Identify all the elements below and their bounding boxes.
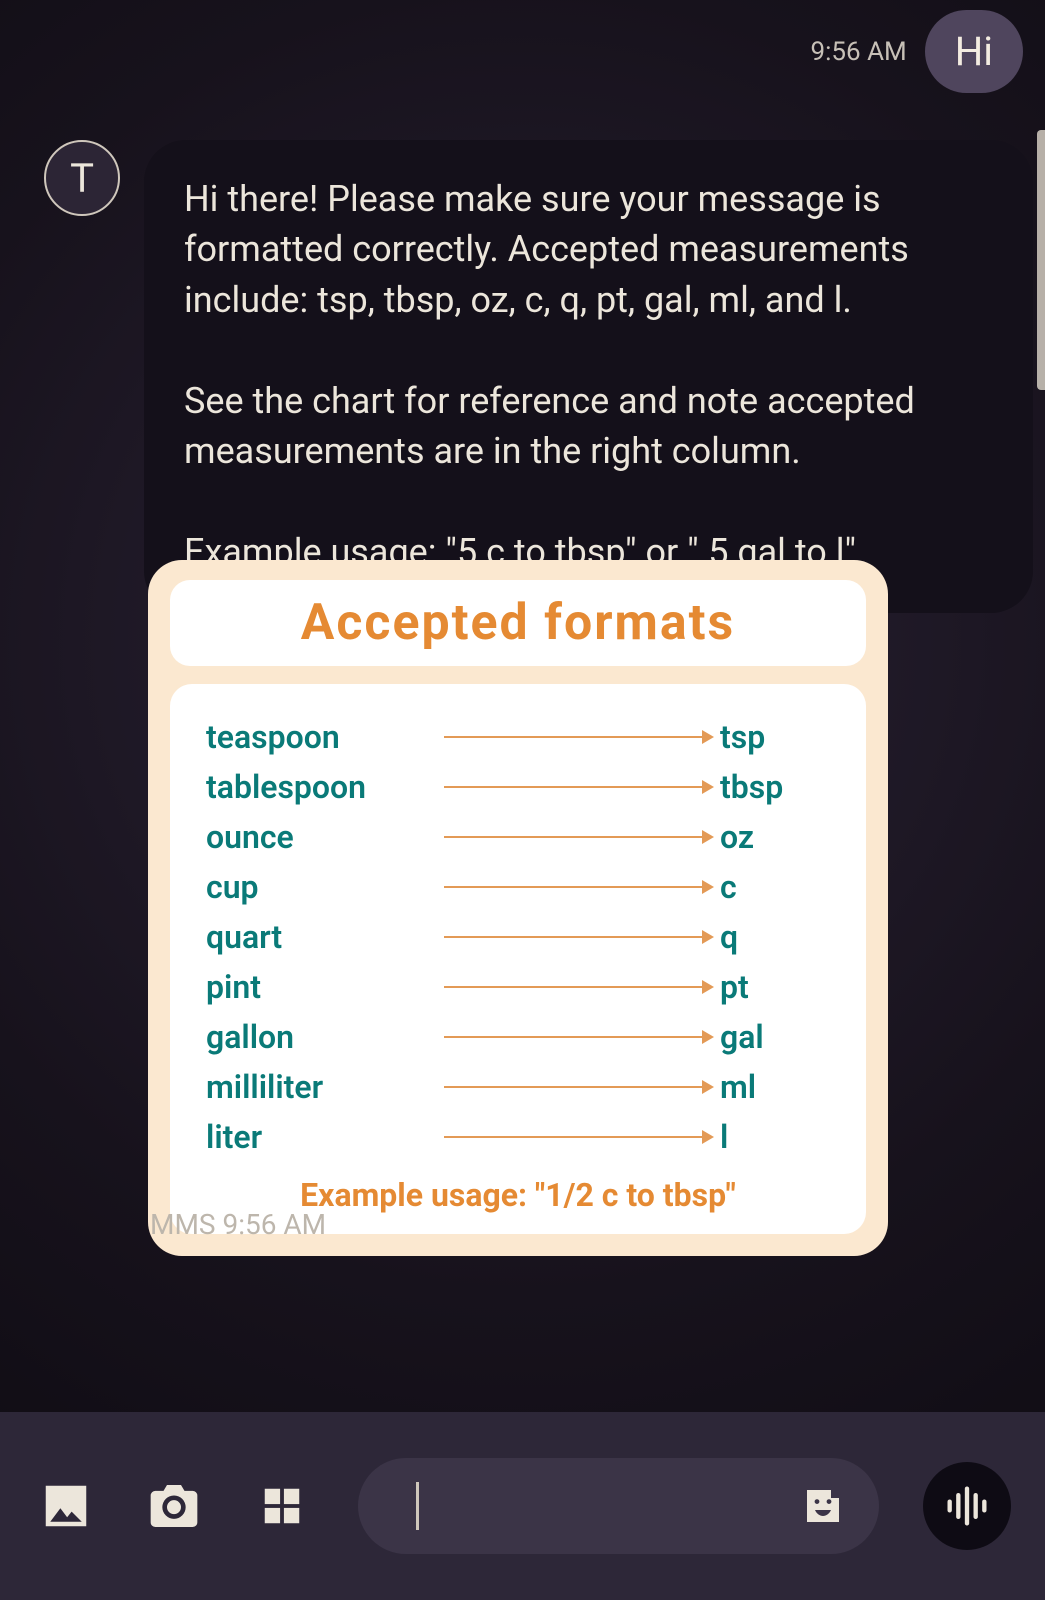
arrow-icon	[436, 736, 720, 738]
voice-message-icon[interactable]	[923, 1462, 1011, 1550]
format-full-name: milliliter	[206, 1068, 436, 1106]
format-row: teaspoon tsp	[206, 712, 830, 762]
arrow-icon	[436, 1136, 720, 1138]
format-full-name: ounce	[206, 818, 436, 856]
arrow-icon	[436, 886, 720, 888]
compose-field[interactable]	[358, 1458, 879, 1554]
scrollbar-indicator[interactable]	[1037, 130, 1045, 390]
format-row: liter l	[206, 1112, 830, 1162]
arrow-icon	[436, 1036, 720, 1038]
format-abbr: c	[720, 868, 830, 906]
camera-icon[interactable]	[142, 1474, 206, 1538]
format-abbr: l	[720, 1118, 830, 1156]
outgoing-message-row: 9:56 AM Hi	[810, 10, 1023, 93]
apps-icon[interactable]	[250, 1474, 314, 1538]
format-row: milliliter ml	[206, 1062, 830, 1112]
format-row: gallon gal	[206, 1012, 830, 1062]
contact-avatar[interactable]: T	[44, 140, 120, 216]
arrow-icon	[436, 836, 720, 838]
formats-card: Accepted formats teaspoon tsp tablespoon tb…	[148, 560, 888, 1256]
arrow-icon	[436, 936, 720, 938]
format-abbr: tsp	[720, 718, 830, 756]
format-full-name: cup	[206, 868, 436, 906]
format-abbr: pt	[720, 968, 830, 1006]
format-abbr: ml	[720, 1068, 830, 1106]
arrow-icon	[436, 1086, 720, 1088]
format-full-name: quart	[206, 918, 436, 956]
arrow-icon	[436, 986, 720, 988]
format-full-name: pint	[206, 968, 436, 1006]
outgoing-timestamp: 9:56 AM	[810, 37, 906, 67]
compose-bar	[0, 1412, 1045, 1600]
format-abbr: gal	[720, 1018, 830, 1056]
arrow-icon	[436, 786, 720, 788]
mms-attachment[interactable]: Accepted formats teaspoon tsp tablespoon tb…	[148, 560, 888, 1256]
format-full-name: tablespoon	[206, 768, 436, 806]
format-abbr: tbsp	[720, 768, 830, 806]
incoming-message-row: T Hi there! Please make sure your messag…	[44, 140, 1033, 613]
outgoing-bubble[interactable]: Hi	[925, 10, 1023, 93]
format-full-name: liter	[206, 1118, 436, 1156]
format-abbr: q	[720, 918, 830, 956]
format-full-name: gallon	[206, 1018, 436, 1056]
format-abbr: oz	[720, 818, 830, 856]
format-row: pint pt	[206, 962, 830, 1012]
formats-card-title: Accepted formats	[170, 580, 866, 666]
mms-timestamp: MMS 9:56 AM	[150, 1208, 326, 1241]
format-row: quart q	[206, 912, 830, 962]
format-row: cup c	[206, 862, 830, 912]
format-row: tablespoon tbsp	[206, 762, 830, 812]
format-full-name: teaspoon	[206, 718, 436, 756]
format-row: ounce oz	[206, 812, 830, 862]
incoming-bubble[interactable]: Hi there! Please make sure your message …	[144, 140, 1033, 613]
gallery-icon[interactable]	[34, 1474, 98, 1538]
formats-card-body: teaspoon tsp tablespoon tbsp ounce oz cup c quar…	[170, 684, 866, 1234]
